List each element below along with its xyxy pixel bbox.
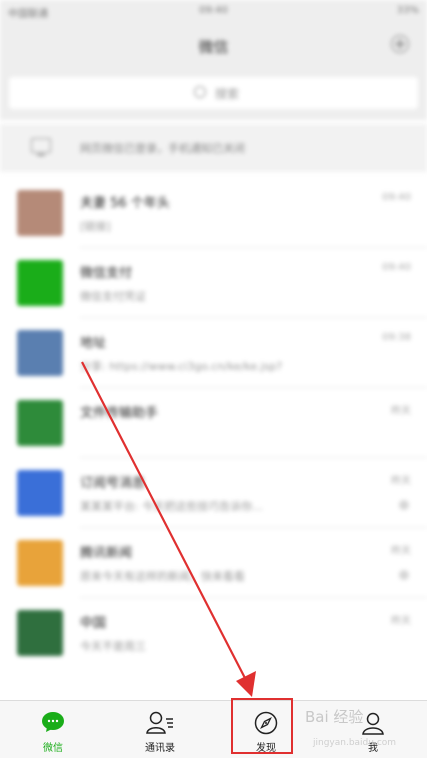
annotation-overlay [81,361,256,697]
annotation-highlight-box [231,698,293,754]
annotation-arrow-head [236,671,256,697]
annotation-arrow-line [81,361,248,683]
